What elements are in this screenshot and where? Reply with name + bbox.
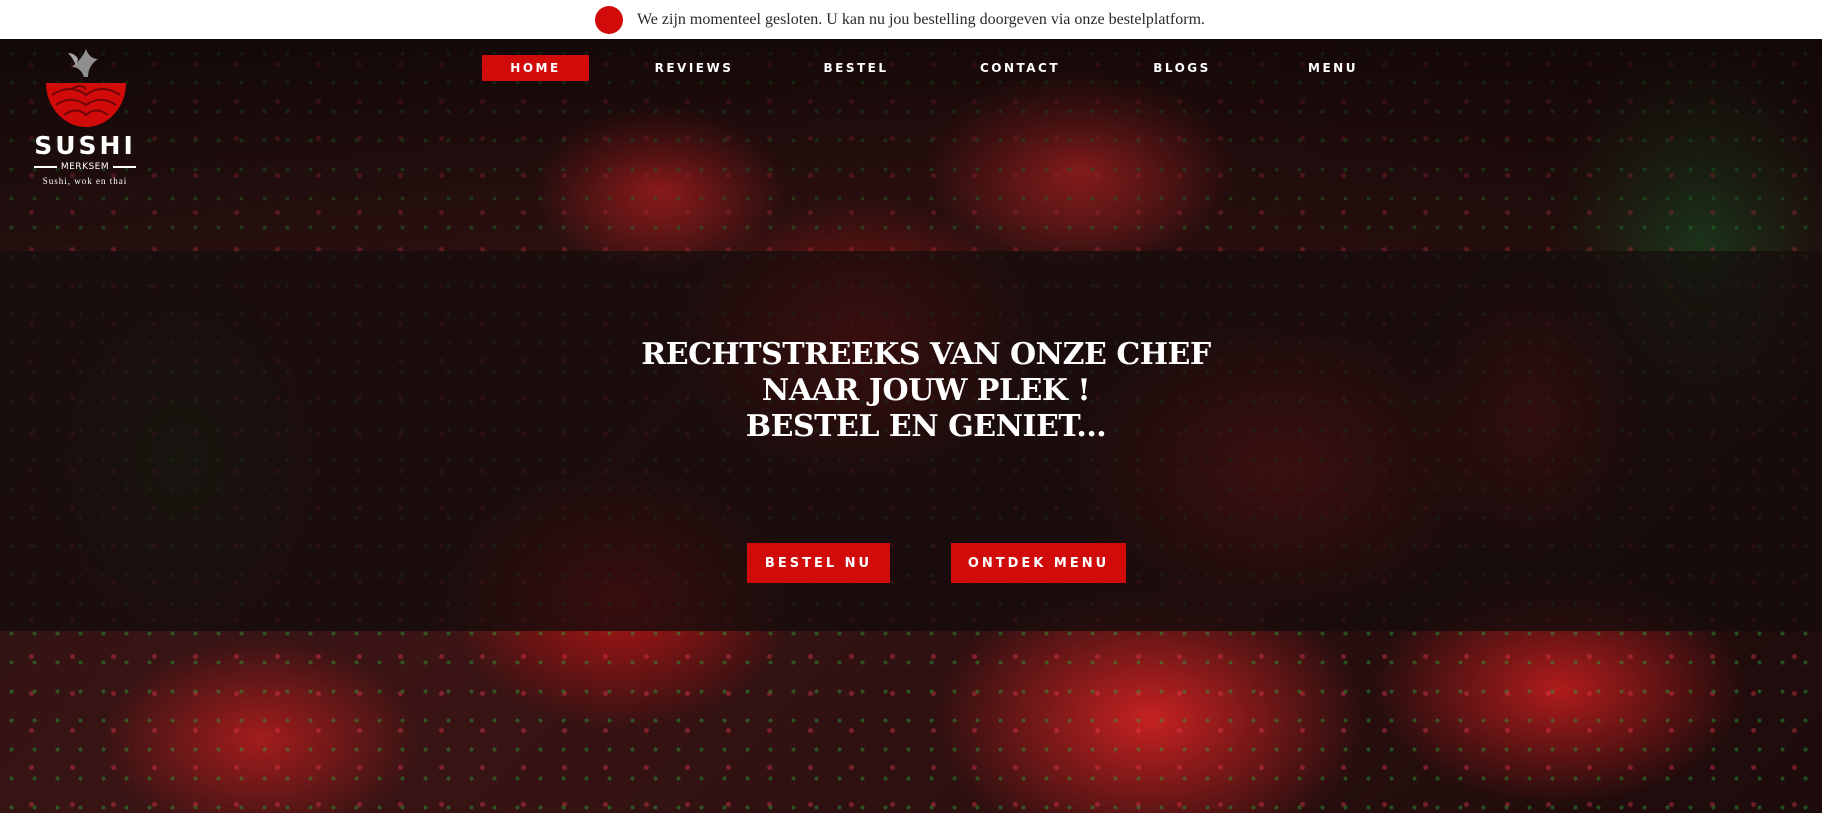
headline-line-2: NAAR JOUW PLEK ! bbox=[761, 373, 1091, 408]
nav-item-reviews[interactable]: REVIEWS bbox=[644, 55, 744, 81]
closed-notice-bar: We zijn momenteel gesloten. U kan nu jou… bbox=[0, 0, 1822, 39]
status-dot-icon bbox=[594, 5, 623, 34]
headline-line-3: BESTEL EN GENIET... bbox=[745, 409, 1107, 444]
logo-divider-right bbox=[113, 166, 136, 168]
logo-subtitle: MERKSEM bbox=[60, 162, 110, 172]
headline-line-1: RECHTSTREEKS VAN ONZE CHEF bbox=[641, 337, 1211, 372]
logo-tagline: Sushi, wok en thai bbox=[42, 176, 128, 186]
order-now-button[interactable]: BESTEL NU bbox=[747, 543, 890, 583]
nav-item-bestel[interactable]: BESTEL bbox=[808, 55, 904, 81]
main-navigation: HOME REVIEWS BESTEL CONTACT BLOGS MENU bbox=[0, 55, 1822, 81]
discover-menu-button[interactable]: ONTDEK MENU bbox=[951, 543, 1126, 583]
logo-divider-left bbox=[34, 166, 57, 168]
nav-item-contact[interactable]: CONTACT bbox=[970, 55, 1070, 81]
nav-item-menu[interactable]: MENU bbox=[1290, 55, 1376, 81]
notice-text: We zijn momenteel gesloten. U kan nu jou… bbox=[636, 10, 1206, 28]
logo-subtitle-row: MERKSEM bbox=[34, 162, 136, 172]
nav-item-home[interactable]: HOME bbox=[482, 55, 589, 81]
notice-content: We zijn momenteel gesloten. U kan nu jou… bbox=[594, 5, 1206, 34]
nav-item-blogs[interactable]: BLOGS bbox=[1136, 55, 1228, 81]
logo-title: SUSHI bbox=[34, 131, 136, 160]
hero-headline: RECHTSTREEKS VAN ONZE CHEF NAAR JOUW PLE… bbox=[0, 337, 1822, 445]
